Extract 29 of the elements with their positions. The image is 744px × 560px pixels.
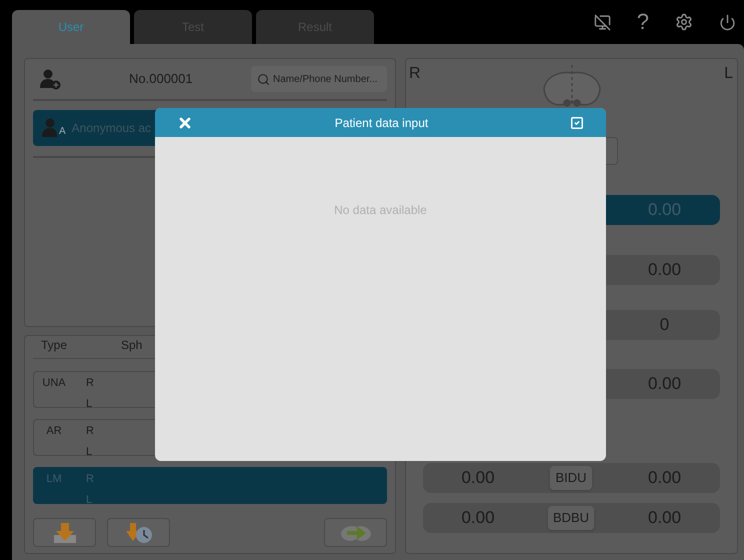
action-button[interactable] <box>33 518 96 547</box>
column-header: Type <box>41 337 68 354</box>
column-header: Sph <box>121 337 142 354</box>
dialog-title: Patient data input <box>334 114 430 132</box>
history-import-icon <box>124 520 154 544</box>
close-icon[interactable] <box>177 114 193 130</box>
user-initial: A <box>59 125 66 139</box>
action-button[interactable] <box>324 518 387 547</box>
screen-off-icon[interactable] <box>594 14 611 30</box>
power-icon[interactable] <box>719 14 736 30</box>
search-field[interactable]: Name/Phone Number... <box>251 66 387 92</box>
right-eye-label: R <box>409 64 421 84</box>
search-icon <box>257 72 270 86</box>
action-button[interactable] <box>107 518 170 547</box>
help-icon[interactable]: ? <box>636 11 649 33</box>
eye-label: L <box>86 444 94 460</box>
prism-button[interactable]: BIDU <box>550 466 592 490</box>
confirm-icon[interactable] <box>570 116 584 130</box>
eye-label: R <box>86 424 94 439</box>
type-label: UNA <box>41 376 67 389</box>
tab[interactable]: User <box>12 10 130 44</box>
prism-button[interactable]: BDBU <box>548 506 594 530</box>
settings-icon[interactable] <box>675 13 693 31</box>
patient-number: No.000001 <box>129 70 193 88</box>
eye-label: R <box>86 376 94 391</box>
type-label: AR <box>45 424 63 437</box>
eye-label: L <box>86 396 94 412</box>
add-user-icon <box>39 68 61 90</box>
left-eye-label: L <box>724 64 733 84</box>
